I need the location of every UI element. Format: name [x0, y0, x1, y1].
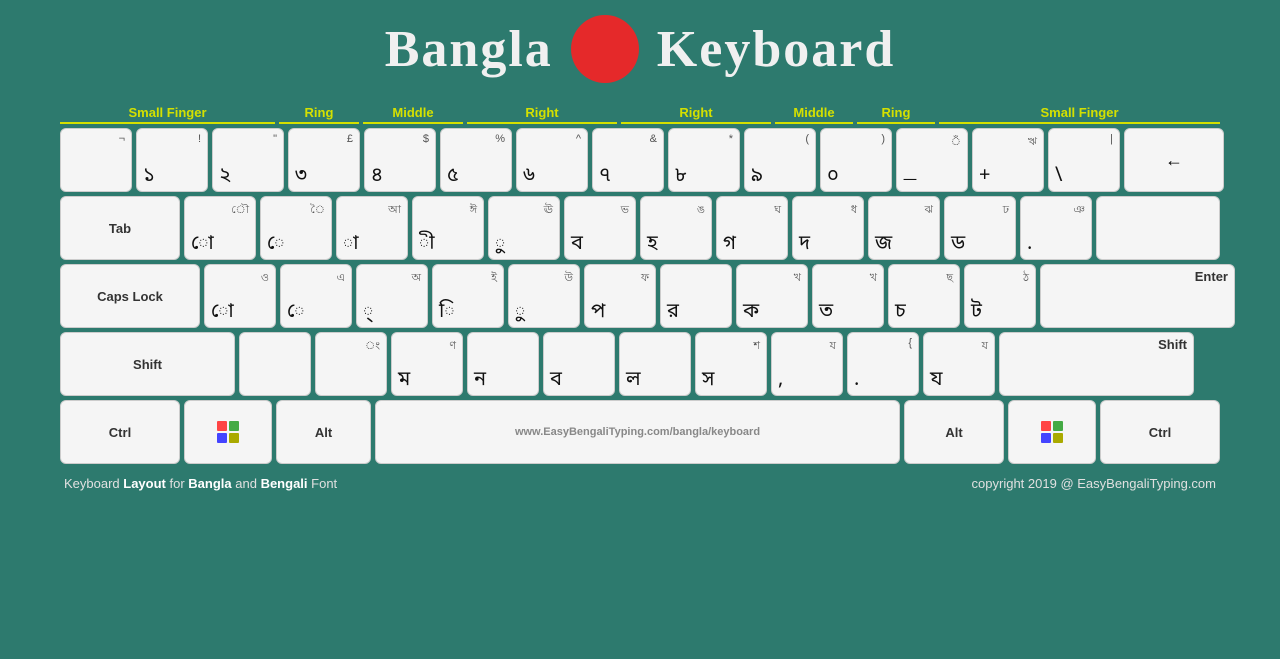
finger-ring-left: Ring	[279, 103, 359, 124]
finger-small-finger-left: Small Finger	[60, 103, 275, 124]
key-space[interactable]: www.EasyBengaliTyping.com/bangla/keyboar…	[375, 400, 900, 464]
key-period[interactable]: { .	[847, 332, 919, 396]
key-t[interactable]: ঊ ু	[488, 196, 560, 260]
key-enter[interactable]	[1096, 196, 1220, 260]
windows-icon-left	[217, 421, 239, 443]
key-backspace[interactable]: ←	[1124, 128, 1224, 192]
key-open-bracket[interactable]: ঢ ড	[944, 196, 1016, 260]
key-3[interactable]: £ ৩	[288, 128, 360, 192]
finger-ring-right: Ring	[857, 103, 935, 124]
key-2[interactable]: " ২	[212, 128, 284, 192]
finger-labels-row: Small Finger Ring Middle Right Right Mid…	[60, 103, 1220, 124]
asdf-row: Caps Lock ও ো এ ে অ ্ ই ি উ ু ফ প র	[60, 264, 1220, 328]
flag-icon	[571, 15, 639, 83]
key-e[interactable]: আ া	[336, 196, 408, 260]
key-o[interactable]: ধ দ	[792, 196, 864, 260]
key-tab[interactable]: Tab	[60, 196, 180, 260]
key-6[interactable]: ^ ৬	[516, 128, 588, 192]
key-s[interactable]: এ ে	[280, 264, 352, 328]
key-7[interactable]: & ৭	[592, 128, 664, 192]
finger-middle-left: Middle	[363, 103, 463, 124]
title-left: Bangla	[385, 20, 553, 79]
header: Bangla Keyboard	[385, 15, 896, 83]
zxcv-row: Shift ং ণ ম ন ব ল শ স	[60, 332, 1220, 396]
key-g[interactable]: উ ু	[508, 264, 580, 328]
key-n[interactable]: ল	[619, 332, 691, 396]
key-hash[interactable]: | \	[1048, 128, 1120, 192]
key-m[interactable]: শ স	[695, 332, 767, 396]
key-b[interactable]: ব	[543, 332, 615, 396]
key-ctrl-right[interactable]: Ctrl	[1100, 400, 1220, 464]
key-semicolon[interactable]: ছ চ	[888, 264, 960, 328]
key-slash[interactable]: য য	[923, 332, 995, 396]
number-row: ¬ ‌ ! ১ " ২ £ ৩ $ ৪ % ৫ ^ ৬ & ৭	[60, 128, 1220, 192]
title-right: Keyboard	[657, 20, 895, 79]
key-c[interactable]: ণ ম	[391, 332, 463, 396]
key-q[interactable]: ৌ ো	[184, 196, 256, 260]
key-x[interactable]: ং	[315, 332, 387, 396]
key-5[interactable]: % ৫	[440, 128, 512, 192]
windows-icon-right	[1041, 421, 1063, 443]
footer-left: Keyboard Layout for Bangla and Bengali F…	[64, 476, 337, 491]
key-k[interactable]: খ ক	[736, 264, 808, 328]
finger-middle-right: Middle	[775, 103, 853, 124]
key-z[interactable]	[239, 332, 311, 396]
finger-right-right: Right	[621, 103, 771, 124]
key-d[interactable]: অ ্	[356, 264, 428, 328]
key-9[interactable]: ( ৯	[744, 128, 816, 192]
key-h[interactable]: ফ প	[584, 264, 656, 328]
key-u[interactable]: ঙ হ	[640, 196, 712, 260]
key-f[interactable]: ই ি	[432, 264, 504, 328]
key-win-right[interactable]	[1008, 400, 1096, 464]
key-comma[interactable]: য ,	[771, 332, 843, 396]
key-i[interactable]: ঘ গ	[716, 196, 788, 260]
key-shift-right[interactable]: Shift	[999, 332, 1194, 396]
key-capslock[interactable]: Caps Lock	[60, 264, 200, 328]
key-l[interactable]: খ ত	[812, 264, 884, 328]
key-backtick[interactable]: ¬ ‌	[60, 128, 132, 192]
key-a[interactable]: ও ো	[204, 264, 276, 328]
key-alt-left[interactable]: Alt	[276, 400, 371, 464]
footer: Keyboard Layout for Bangla and Bengali F…	[60, 476, 1220, 491]
finger-small-finger-right: Small Finger	[939, 103, 1220, 124]
key-close-bracket[interactable]: ঞ .	[1020, 196, 1092, 260]
key-1[interactable]: ! ১	[136, 128, 208, 192]
keyboard: ¬ ‌ ! ১ " ২ £ ৩ $ ৪ % ৫ ^ ৬ & ৭	[60, 128, 1220, 464]
key-8[interactable]: * ৮	[668, 128, 740, 192]
key-ctrl-left[interactable]: Ctrl	[60, 400, 180, 464]
key-p[interactable]: ঝ জ	[868, 196, 940, 260]
finger-right-left: Right	[467, 103, 617, 124]
key-win-left[interactable]	[184, 400, 272, 464]
key-0[interactable]: ) ০	[820, 128, 892, 192]
key-y[interactable]: ভ ব	[564, 196, 636, 260]
key-4[interactable]: $ ৪	[364, 128, 436, 192]
key-enter-bottom[interactable]: Enter	[1040, 264, 1235, 328]
key-shift-left[interactable]: Shift	[60, 332, 235, 396]
key-w[interactable]: ৈ ে	[260, 196, 332, 260]
key-minus[interactable]: ঁ —	[896, 128, 968, 192]
key-j[interactable]: র	[660, 264, 732, 328]
footer-right: copyright 2019 @ EasyBengaliTyping.com	[972, 476, 1216, 491]
key-apostrophe[interactable]: ঠ ট	[964, 264, 1036, 328]
key-equals[interactable]: ঋ +	[972, 128, 1044, 192]
key-r[interactable]: ঈ ী	[412, 196, 484, 260]
key-alt-right[interactable]: Alt	[904, 400, 1004, 464]
qwerty-row: Tab ৌ ো ৈ ে আ া ঈ ী ঊ ু ভ ব ঙ হ	[60, 196, 1220, 260]
key-v[interactable]: ন	[467, 332, 539, 396]
bottom-row: Ctrl Alt www.EasyBengaliTyping.com/bangl…	[60, 400, 1220, 464]
